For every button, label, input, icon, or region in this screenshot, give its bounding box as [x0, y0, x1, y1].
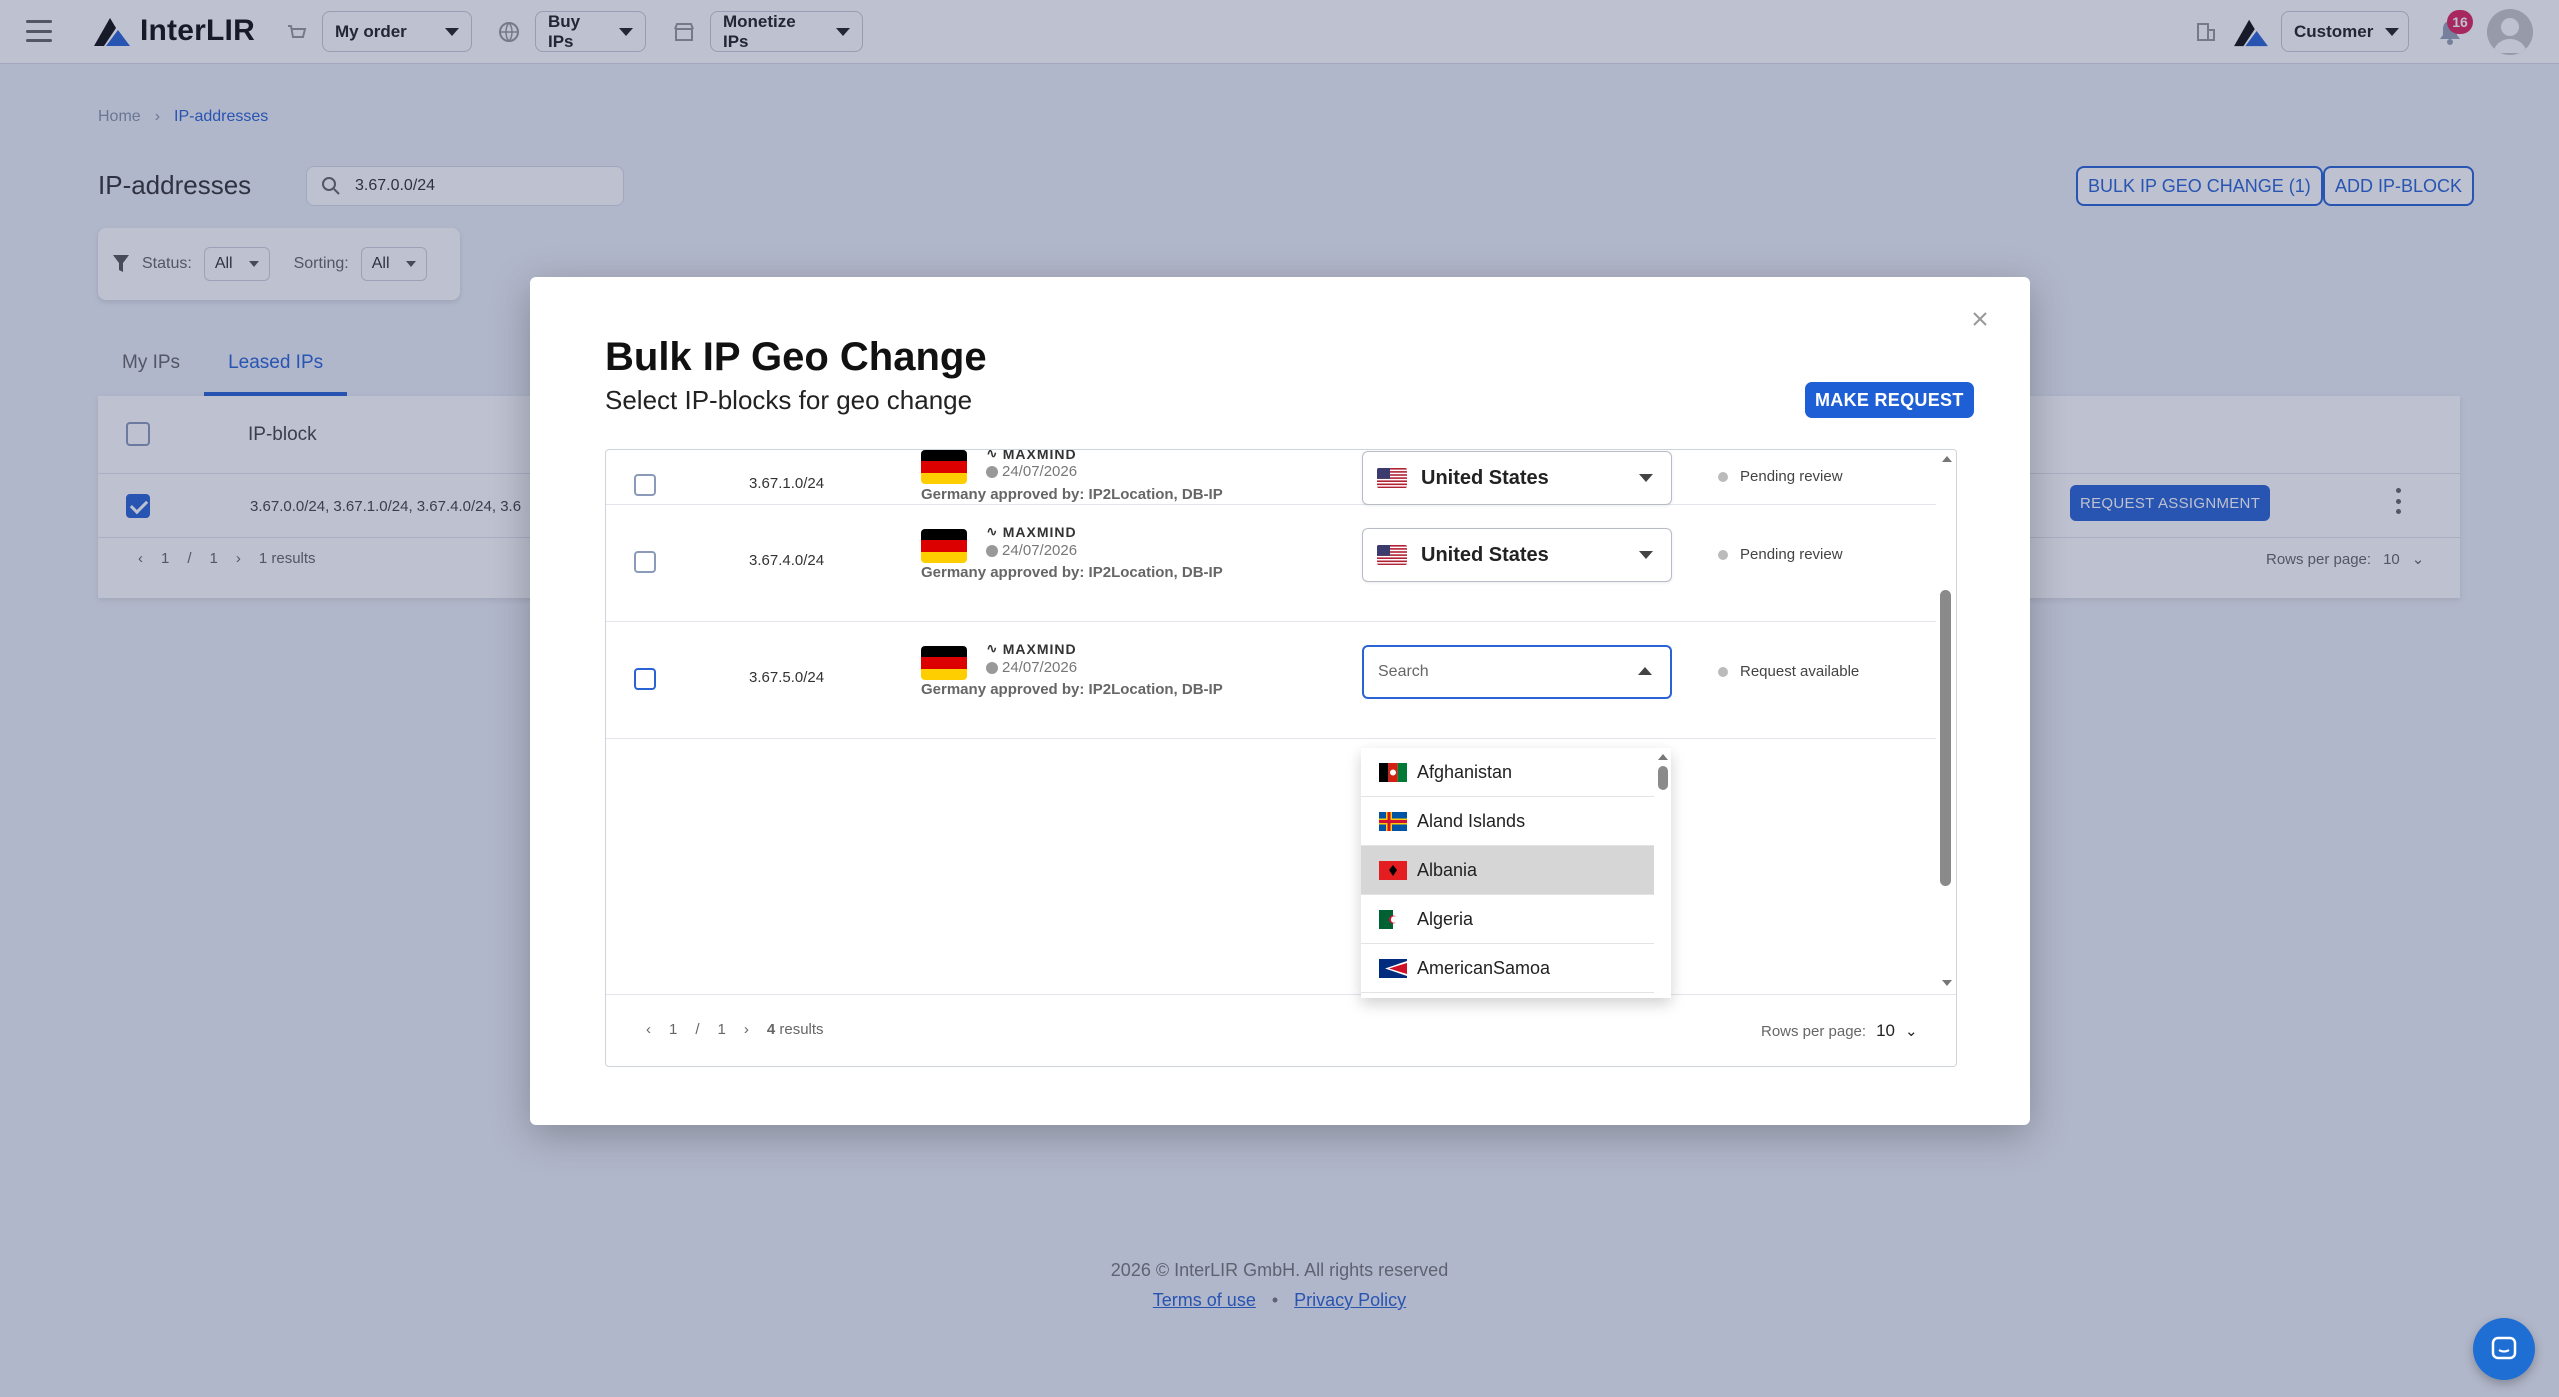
country-search-placeholder: Search: [1378, 663, 1429, 680]
country-option[interactable]: Afghanistan: [1361, 748, 1654, 797]
provider-name: MAXMIND: [1002, 640, 1077, 657]
provider-name: MAXMIND: [1002, 523, 1077, 540]
row-ip: 3.67.1.0/24: [749, 475, 825, 492]
maxmind-logo: ∿ MAXMIND: [986, 523, 1077, 540]
country-option[interactable]: Aland Islands: [1361, 797, 1654, 846]
page-separator: /: [695, 1021, 700, 1038]
country-option-label: Afghanistan: [1417, 761, 1513, 782]
maxmind-logo: ∿ MAXMIND: [986, 450, 1077, 462]
row-approved: Germany approved by: IP2Location, DB-IP: [921, 564, 1223, 581]
maxmind-logo: ∿ MAXMIND: [986, 640, 1077, 657]
country-option-label: AmericanSamoa: [1417, 957, 1551, 978]
afghanistan-flag-icon: [1379, 762, 1407, 782]
chat-icon: [2491, 1336, 2517, 1360]
clock-icon: [986, 465, 998, 478]
status-dot-icon: [1718, 471, 1728, 482]
modal-subtitle: Select IP-blocks for geo change: [605, 385, 973, 415]
country-option-label: Albania: [1417, 859, 1478, 880]
albania-flag-icon: [1379, 860, 1407, 880]
country-option[interactable]: AmericanSamoa: [1361, 944, 1654, 993]
modal-pagination: ‹ 1 / 1 › 4 results Rows per page: 10 ⌄: [606, 994, 1956, 1066]
row-approved: Germany approved by: IP2Location, DB-IP: [921, 486, 1223, 503]
us-flag-icon: [1377, 468, 1407, 488]
maxmind-mark-icon: ∿: [986, 450, 999, 461]
country-option-highlighted[interactable]: Albania: [1361, 846, 1654, 895]
row-status: Pending review: [1718, 546, 1843, 563]
germany-flag-icon: [921, 529, 967, 563]
status-dot-icon: [1718, 666, 1728, 677]
chevron-down-icon[interactable]: ⌄: [1905, 1022, 1918, 1040]
country-options-list: Afghanistan Aland Islands Albania Algeri…: [1361, 748, 1671, 998]
germany-flag-icon: [921, 646, 967, 680]
country-value: United States: [1421, 466, 1549, 489]
country-option-label: Aland Islands: [1417, 810, 1526, 831]
prev-page-icon[interactable]: ‹: [646, 1021, 651, 1038]
options-scrollbar[interactable]: [1654, 748, 1671, 998]
modal-page-nav: ‹ 1 / 1 › 4 results: [646, 1021, 824, 1038]
row-status: Pending review: [1718, 468, 1843, 485]
scroll-down-icon[interactable]: [1942, 980, 1952, 986]
aland-flag-icon: [1379, 811, 1407, 831]
modal-title: Bulk IP Geo Change: [605, 335, 987, 379]
algeria-flag-icon: [1379, 909, 1407, 929]
country-select[interactable]: United States: [1362, 451, 1672, 505]
scroll-up-icon[interactable]: [1658, 754, 1668, 760]
row-ip: 3.67.4.0/24: [749, 552, 825, 569]
results-number: 4: [766, 1021, 776, 1038]
chevron-down-icon: [1639, 551, 1653, 559]
row-checkbox[interactable]: [634, 551, 656, 573]
us-flag-icon: [1377, 545, 1407, 565]
row-date-value: 24/07/2026: [1002, 542, 1078, 559]
country-value: United States: [1421, 543, 1549, 566]
rows-per-page-label: Rows per page:: [1761, 1022, 1867, 1040]
chevron-up-icon: [1638, 667, 1652, 675]
table-scrollbar[interactable]: [1936, 450, 1956, 994]
country-search-input[interactable]: Search: [1362, 645, 1672, 699]
maxmind-mark-icon: ∿: [986, 640, 999, 656]
clock-icon: [986, 544, 998, 557]
rows-per-page-value[interactable]: 10: [1876, 1021, 1895, 1041]
row-status: Request available: [1718, 663, 1859, 680]
page-current: 1: [669, 1021, 678, 1038]
chevron-down-icon: [1639, 474, 1653, 482]
row-approved: Germany approved by: IP2Location, DB-IP: [921, 681, 1223, 698]
row-checkbox[interactable]: [634, 668, 656, 690]
row-date: 24/07/2026: [986, 659, 1077, 676]
row-date: 24/07/2026: [986, 463, 1077, 480]
rows-per-page: Rows per page: 10 ⌄: [1761, 1021, 1918, 1041]
row-ip: 3.67.5.0/24: [749, 669, 825, 686]
next-page-icon[interactable]: ›: [744, 1021, 749, 1038]
row-status-text: Request available: [1740, 663, 1860, 680]
row-date-value: 24/07/2026: [1002, 659, 1078, 676]
bulk-geo-change-modal: Bulk IP Geo Change Select IP-blocks for …: [530, 277, 2030, 1125]
row-status-text: Pending review: [1740, 468, 1843, 485]
row-checkbox[interactable]: [634, 474, 656, 496]
make-request-button[interactable]: MAKE REQUEST: [1805, 382, 1974, 418]
status-dot-icon: [1718, 549, 1728, 560]
results-count: 4 results: [767, 1021, 824, 1038]
results-word: results: [779, 1021, 824, 1038]
provider-name: MAXMIND: [1002, 450, 1077, 462]
germany-flag-icon: [921, 450, 967, 484]
close-icon[interactable]: [1968, 307, 1992, 331]
page-total: 1: [717, 1021, 726, 1038]
chat-button[interactable]: [2473, 1318, 2535, 1380]
table-row: 3.67.4.0/24 ∿ MAXMIND 24/07/2026 Germany …: [606, 505, 1936, 622]
country-option[interactable]: Algeria: [1361, 895, 1654, 944]
row-date: 24/07/2026: [986, 542, 1077, 559]
scroll-up-icon[interactable]: [1942, 456, 1952, 462]
country-select[interactable]: United States: [1362, 528, 1672, 582]
american-samoa-flag-icon: [1379, 958, 1407, 978]
scrollbar-thumb[interactable]: [1658, 766, 1668, 790]
table-row: 3.67.1.0/24 ∿ MAXMIND 24/07/2026 Germany …: [606, 450, 1936, 505]
country-option-label: Algeria: [1417, 908, 1474, 929]
geo-change-table: 3.67.1.0/24 ∿ MAXMIND 24/07/2026 Germany …: [605, 449, 1957, 1067]
scrollbar-thumb[interactable]: [1940, 590, 1951, 886]
table-body: 3.67.1.0/24 ∿ MAXMIND 24/07/2026 Germany …: [606, 450, 1936, 994]
row-status-text: Pending review: [1740, 546, 1843, 563]
table-row: 3.67.5.0/24 ∿ MAXMIND 24/07/2026 Germany …: [606, 622, 1936, 739]
clock-icon: [986, 661, 998, 674]
row-date-value: 24/07/2026: [1002, 463, 1078, 480]
maxmind-mark-icon: ∿: [986, 523, 999, 539]
